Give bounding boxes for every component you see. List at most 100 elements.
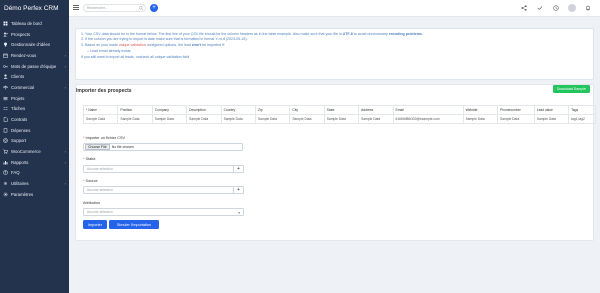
sidebar-nav: Tableau de bord Prospects Gestionnaire d'i… [0, 17, 69, 200]
bell-icon[interactable] [584, 4, 592, 12]
status-label: * Statut [83, 157, 96, 161]
sidebar-item-rendez-vous[interactable]: Rendez-vous › [0, 50, 69, 61]
choose-file-button[interactable]: Choose File [85, 144, 110, 150]
table-cell: Sample Data [117, 114, 153, 124]
sidebar-item-label: WooCommerce [11, 149, 41, 155]
wont-note: won't [191, 42, 202, 47]
add-status-button[interactable]: + [233, 165, 244, 173]
sidebar-item-label: Tâches [11, 106, 26, 112]
column-header: Website [462, 105, 499, 115]
sidebar-item-faq[interactable]: FAQ [0, 168, 69, 179]
column-header: Tags [568, 105, 596, 115]
menu-toggle-icon[interactable] [73, 5, 79, 11]
chevron-right-icon: › [64, 52, 66, 58]
table-cell: Sample Data [533, 114, 570, 124]
sidebar-item-commercial[interactable]: Commercial › [0, 82, 69, 93]
instruction-line-3: 3. Based on your leads unique validation… [81, 43, 588, 48]
check-icon[interactable] [536, 4, 544, 12]
chart-icon [3, 160, 8, 165]
instruction-line-4: – Lead email already exists [87, 48, 131, 53]
column-header: * Name [82, 105, 119, 115]
assign-select[interactable]: Aucune sélection ▾ [83, 208, 244, 216]
sidebar-item-label: Gestionnaire d'idées [11, 42, 51, 48]
table-cell: 6166f4f8fb330@example.com [392, 114, 464, 124]
no-file-text: No file chosen [111, 145, 134, 149]
user-plus-icon [3, 32, 8, 37]
table-cell: Sample Data [82, 114, 119, 124]
avatar[interactable] [568, 4, 576, 12]
sidebar-item-label: Utilitaires [11, 181, 29, 187]
sidebar-item-t-ches[interactable]: Tâches [0, 104, 69, 115]
sidebar-item-tableau-de-bord[interactable]: Tableau de bord [0, 18, 69, 29]
csv-instructions: 1. Your CSV data should be in the format… [75, 28, 594, 80]
table-cell: Sample Data [254, 114, 291, 124]
instruction-text: configured options, the lead [145, 42, 192, 47]
column-header: City [289, 105, 325, 115]
import-panel: Importer des prospects Download Sample *… [75, 84, 596, 241]
table-cell: tag1,tag2 [568, 114, 596, 124]
source-placeholder: Aucune sélection [87, 188, 113, 192]
chevron-right-icon: › [64, 159, 66, 165]
sidebar-item-label: Commercial [11, 84, 34, 90]
tasks-icon [3, 106, 8, 111]
top-header: Rechercher... + [69, 0, 600, 17]
status-select[interactable]: Aucune sélection ▾ [83, 165, 244, 173]
csv-file-input[interactable]: Choose File No file chosen [83, 143, 243, 151]
brand-title[interactable]: Démo Perfex CRM [0, 0, 69, 17]
add-source-button[interactable]: + [233, 186, 244, 194]
instruction-text: . [421, 32, 423, 36]
column-header: Email [392, 105, 464, 115]
key-icon [3, 64, 8, 69]
quick-create-button[interactable]: + [150, 4, 158, 12]
csv-file-label-text: Importer un fichier CSV [85, 136, 126, 140]
import-button[interactable]: Importer [83, 220, 107, 229]
sidebar-item-rapports[interactable]: Rapports › [0, 157, 69, 168]
sidebar-item-projets[interactable]: Projets [0, 93, 69, 104]
table-cell: Sample Data [358, 114, 394, 124]
gear-icon [3, 192, 8, 197]
search-placeholder: Rechercher... [87, 6, 108, 10]
chevron-right-icon: › [64, 63, 66, 69]
clock-icon[interactable] [552, 4, 560, 12]
table-cell: Sample Data [323, 114, 360, 124]
instruction-line-5: If you still want to import all leads, u… [81, 55, 190, 60]
sidebar-item-d-penses[interactable]: Dépenses [0, 125, 69, 136]
sidebar-item-woocommerce[interactable]: WooCommerce › [0, 146, 69, 157]
search-icon [138, 6, 143, 11]
chevron-right-icon: › [64, 84, 66, 90]
utf8-note: UTF-8 [342, 32, 353, 36]
life-ring-icon [3, 138, 8, 144]
search-input[interactable]: Rechercher... [83, 4, 146, 12]
sidebar-item-prospects[interactable]: Prospects [0, 29, 69, 40]
download-sample-button[interactable]: Download Sample [552, 85, 590, 93]
share-icon[interactable] [520, 4, 528, 12]
column-header: Zip [254, 105, 291, 115]
question-icon [3, 170, 8, 176]
table-cell: Sample Data [462, 114, 499, 124]
source-select[interactable]: Aucune sélection ▾ [83, 186, 244, 194]
simulate-import-button[interactable]: Simuler l'importation [109, 220, 159, 229]
sidebar-item-gestionnaire-d-id-es[interactable]: Gestionnaire d'idées [0, 39, 69, 50]
column-header: Company [151, 105, 188, 115]
sidebar-item-param-tres[interactable]: Paramètres [0, 189, 69, 200]
sidebar-item-utilitaires[interactable]: Utilitaires › [0, 178, 69, 189]
cogs-icon [3, 181, 8, 186]
calendar-icon [3, 53, 8, 58]
source-label: * Source [83, 179, 98, 183]
dashboard-icon [3, 21, 8, 26]
receipt-icon [3, 127, 8, 133]
column-header: Phonenumber [497, 105, 535, 115]
sidebar-item-label: Dépenses [11, 127, 31, 133]
instruction-text: to avoid unnecessary [352, 32, 389, 36]
instruction-text: 3. Based on your leads [81, 42, 119, 47]
status-placeholder: Aucune sélection [87, 167, 113, 171]
sidebar-item-mots-de-passe-d-quipe[interactable]: Mots de passe d'équipe › [0, 61, 69, 72]
balance-scale-icon [3, 85, 8, 90]
sidebar-item-label: Rendez-vous [11, 52, 37, 58]
sidebar-item-support[interactable]: Support [0, 136, 69, 147]
table-row: Sample Data Sample Data Sample Data Sample … [82, 114, 596, 124]
assign-label: Attribution [83, 201, 101, 205]
sidebar-item-contrats[interactable]: Contrats [0, 114, 69, 125]
csv-file-label: * Importer un fichier CSV [83, 136, 126, 140]
sidebar-item-clients[interactable]: Clients [0, 71, 69, 82]
